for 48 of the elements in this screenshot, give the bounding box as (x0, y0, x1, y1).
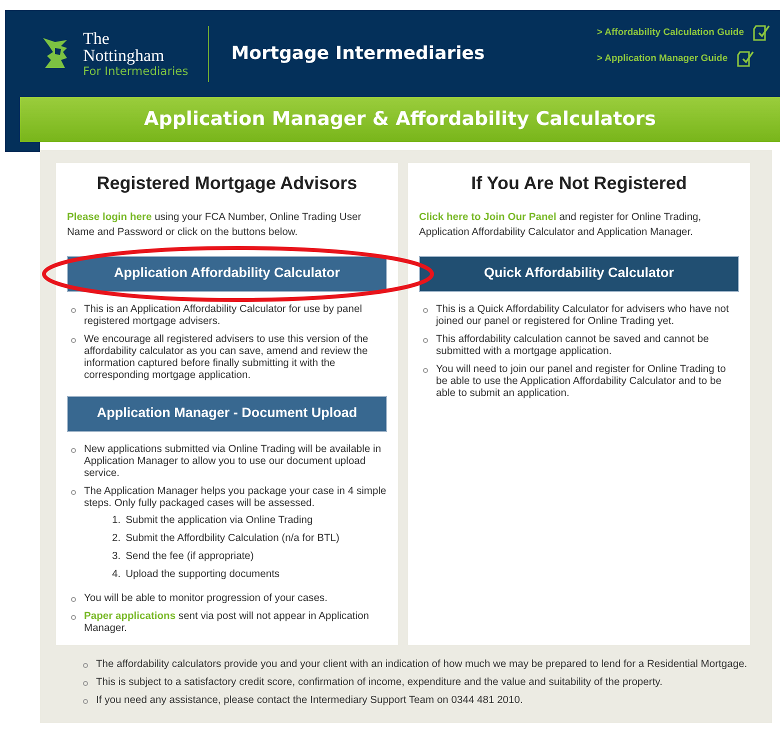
bullet-icon (423, 308, 428, 313)
checklist-icon[interactable] (736, 50, 754, 68)
bullet-icon (71, 490, 76, 495)
bullet-text: The Application Manager helps you package your case in 4 simple steps. Only fully packaged cases will be assessed. (84, 486, 387, 510)
logo-text: Nottingham (83, 46, 164, 64)
bullet-icon (423, 338, 428, 343)
intro-text: Click here to Join Our Panel and register for Online Trading, Application Affordability Calculator and Application Manager. (419, 210, 702, 240)
checklist-icon[interactable] (752, 24, 770, 42)
bullet-icon (71, 308, 76, 313)
calculator-button[interactable]: Application Affordability Calculator (67, 256, 387, 292)
bullet-icon (83, 663, 88, 668)
bullet-text: This is an Application Affordability Calculator for use by panel registered mortgage advisers. (84, 304, 363, 328)
bullet-text: This affordability calculation cannot be saved and cannot be submitted with a mortgage application. (436, 334, 710, 358)
bullet-icon (83, 681, 88, 686)
bullet-icon (71, 596, 76, 602)
bullet-icon (423, 368, 428, 373)
guide-link[interactable]: > Affordability Calculation Guide (596, 26, 744, 40)
step-number: 3. (112, 550, 121, 563)
banner-title: Application Manager & Affordability Calculators (144, 107, 656, 132)
calculator-button[interactable]: Application Manager - Document Upload (67, 396, 387, 432)
step-number: 4. (112, 568, 121, 581)
bullet-text: You will be able to monitor progression of your cases. (84, 592, 328, 605)
intro-text: Please login here using your FCA Number, Online Trading User Name and Password or click on the buttons below. (67, 210, 362, 240)
column-heading: If You Are Not Registered (470, 173, 688, 195)
footer-note: The affordability calculators provide you and your client with an indication of how much we may be prepared to lend for a Residential Mortgage. (96, 659, 748, 671)
step-text: Submit the Affordbility Calculation (n/a for BTL) (126, 532, 340, 545)
bullet-text: This is a Quick Affordability Calculator for advisers who have not joined our panel or registered for Online Trading yet. (436, 304, 730, 328)
header-title: Mortgage Intermediaries (231, 42, 485, 66)
footer-note: If you need any assistance, please contact the Intermediary Support Team on 0344 481 2010. (96, 695, 523, 707)
logo-tagline: For Intermediaries (83, 64, 188, 78)
bullet-icon (71, 338, 76, 343)
bullet-text: You will need to join our panel and register for Online Trading to be able to use the Application Affordability Calculator and to be able to submit an application. (436, 364, 727, 400)
calculator-button[interactable]: Quick Affordability Calculator (419, 256, 739, 292)
logo-text: The (83, 30, 110, 46)
step-text: Submit the application via Online Trading (126, 514, 313, 527)
bullet-text: Paper applications sent via post will not appear in Application Manager. (84, 610, 370, 635)
step-number: 1. (112, 514, 121, 527)
bullet-text: We encourage all registered advisers to use this version of the affordability calculator as you can save, amend and review the information captured before finally submitting it with the corresponding mortgage application. (84, 334, 370, 382)
bullet-text: New applications submitted via Online Trading will be available in Application Manager to allow you to use our document upload service. (84, 444, 382, 480)
bullet-icon (71, 614, 76, 620)
bullet-icon (71, 448, 76, 453)
footer-note: This is subject to a satisfactory credit score, confirmation of income, expenditure and the value and suitability of the property. (96, 677, 662, 689)
step-text: Upload the supporting documents (126, 568, 280, 581)
step-text: Send the fee (if appropriate) (126, 550, 254, 563)
step-number: 2. (112, 532, 121, 545)
column-heading: Registered Mortgage Advisors (96, 173, 358, 195)
bullet-icon (83, 699, 88, 704)
guide-link[interactable]: > Application Manager Guide (596, 52, 728, 66)
